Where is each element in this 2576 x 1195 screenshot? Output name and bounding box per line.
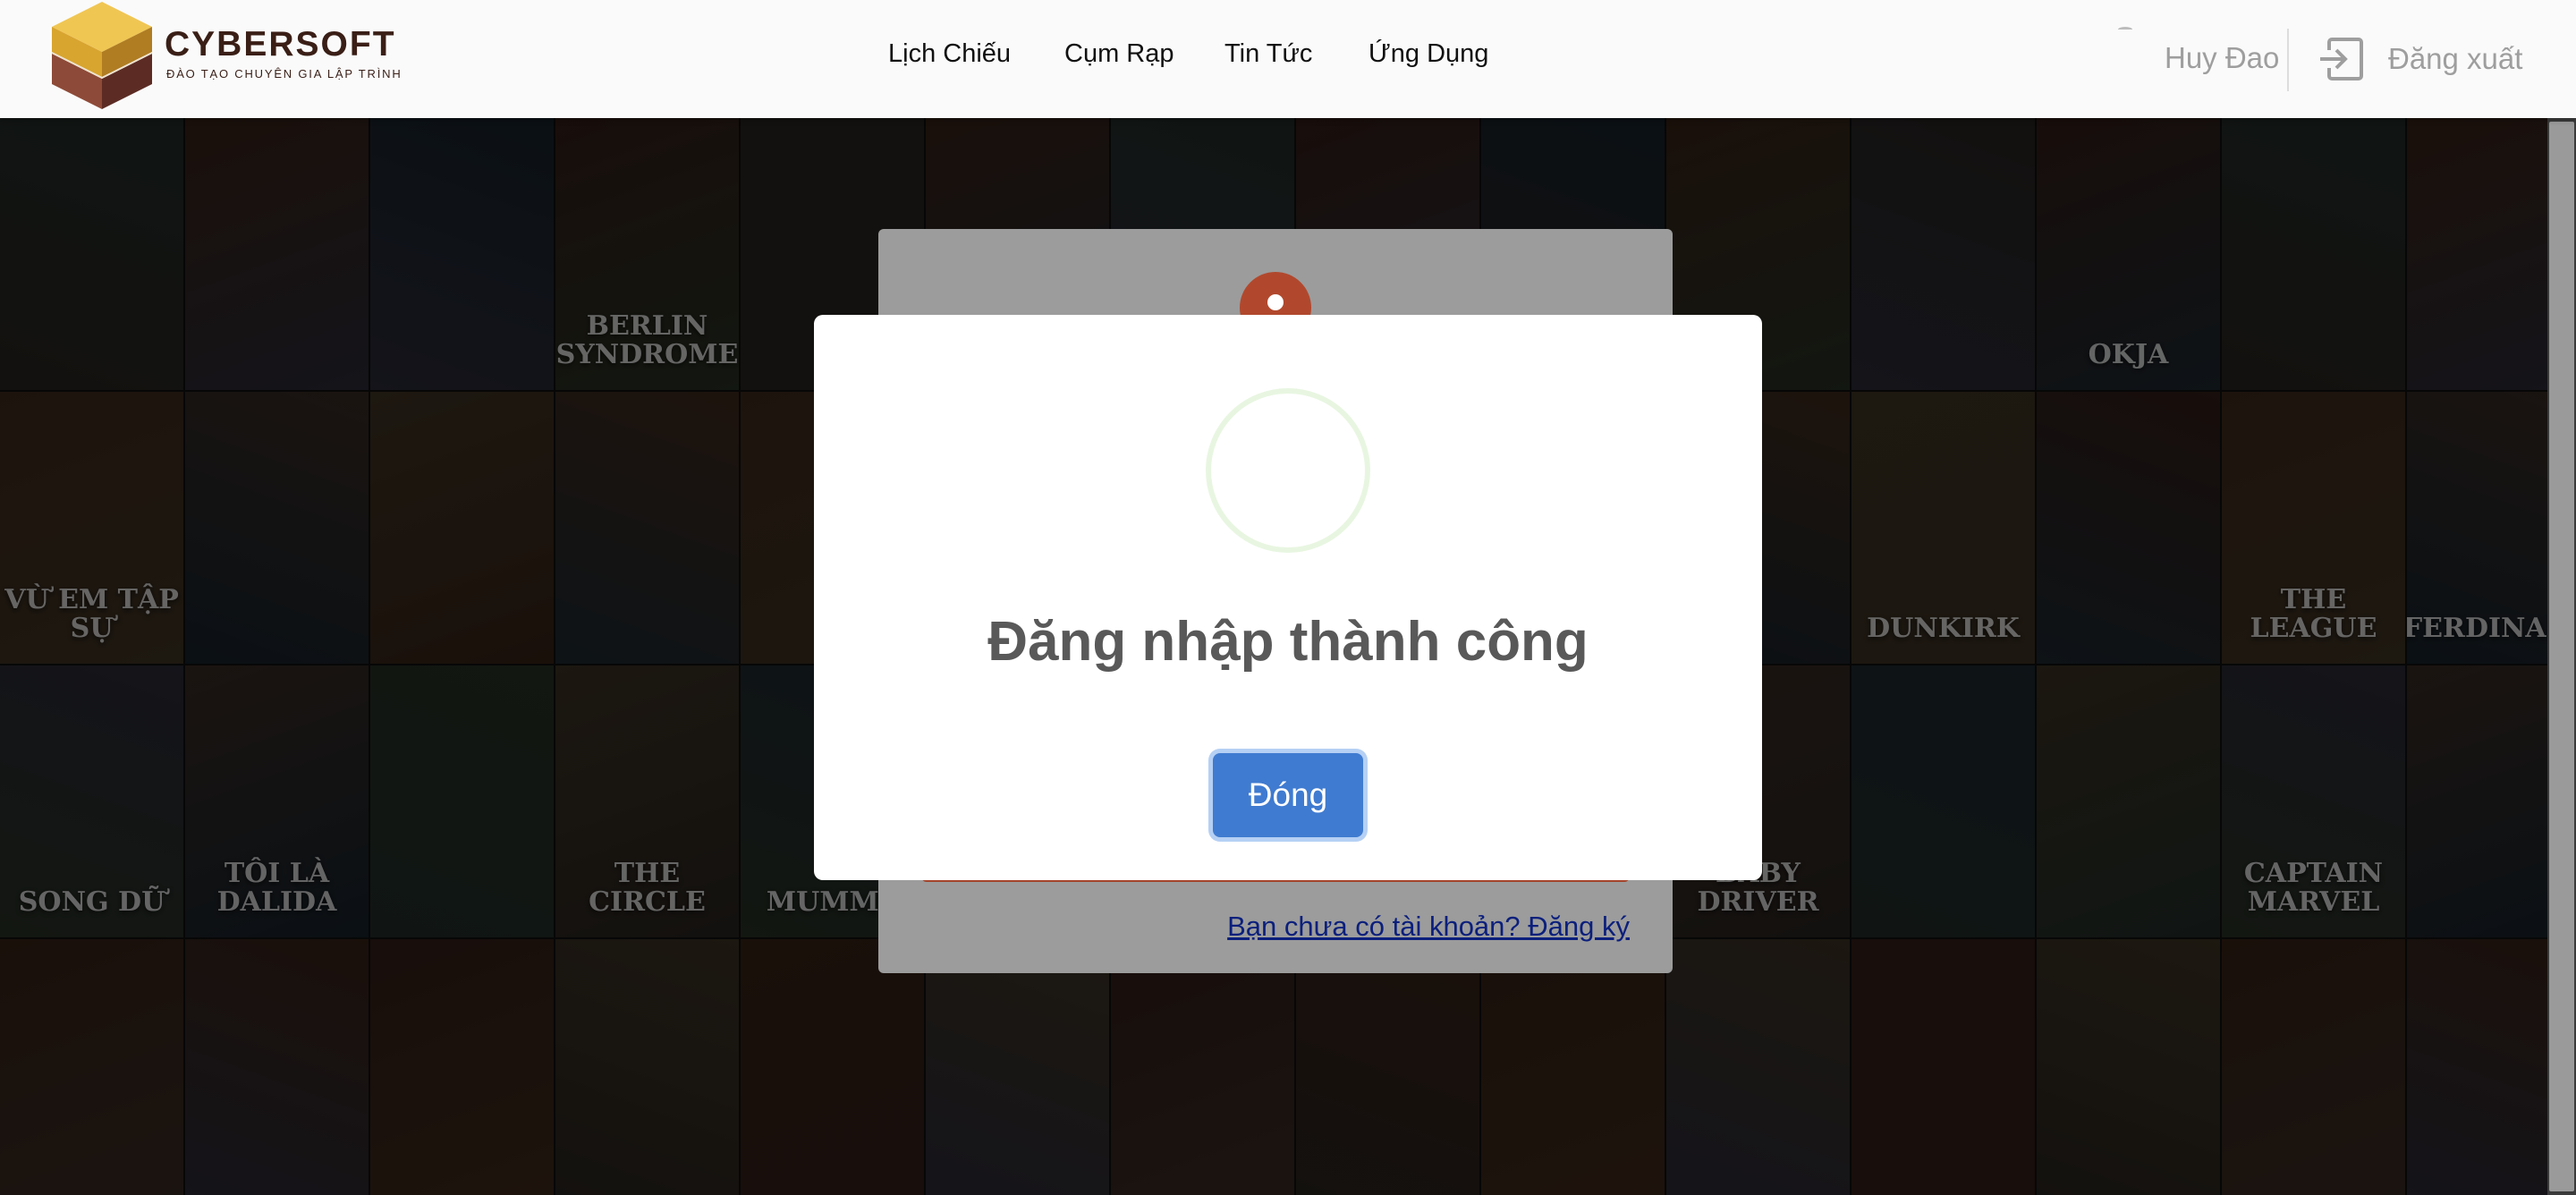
modal-title: Đăng nhập thành công	[987, 611, 1589, 673]
close-button[interactable]: Đóng	[1213, 753, 1363, 837]
success-modal: Đăng nhập thành công Đóng	[814, 315, 1762, 880]
success-icon	[1206, 388, 1370, 553]
